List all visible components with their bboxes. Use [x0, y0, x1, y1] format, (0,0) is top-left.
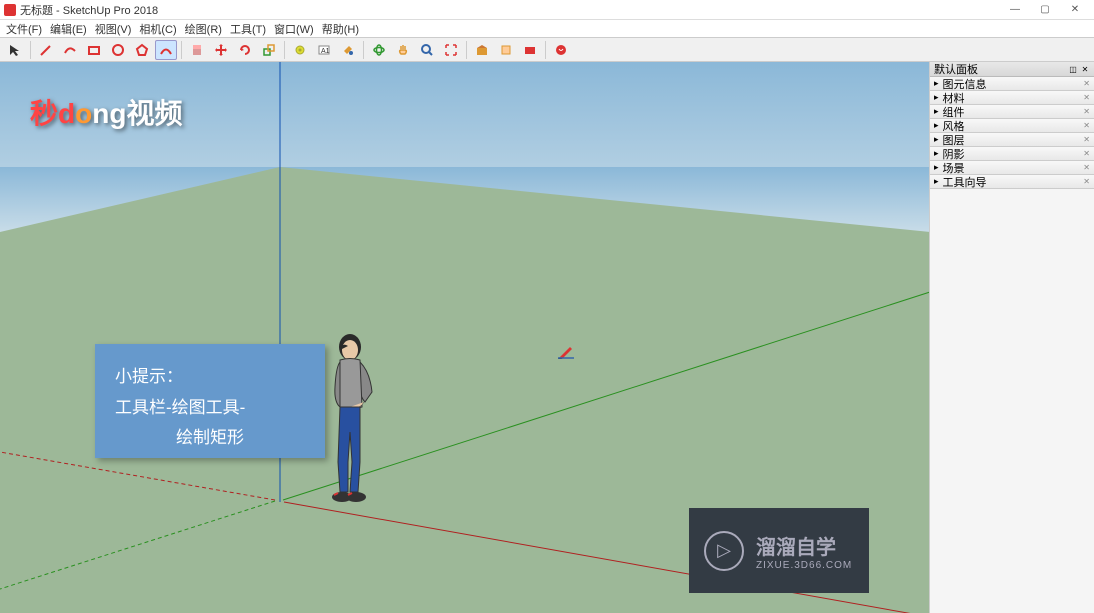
- menu-file[interactable]: 文件(F): [2, 21, 46, 37]
- menu-edit[interactable]: 编辑(E): [46, 21, 91, 37]
- close-button[interactable]: ✕: [1060, 1, 1090, 19]
- titlebar: 无标题 - SketchUp Pro 2018 — ▢ ✕: [0, 0, 1094, 20]
- chevron-right-icon: ▸: [934, 148, 939, 159]
- brand-name: 溜溜自学: [756, 531, 852, 560]
- window-title: 无标题 - SketchUp Pro 2018: [20, 2, 1000, 18]
- chevron-right-icon: ▸: [934, 176, 939, 187]
- move-tool-button[interactable]: [210, 40, 232, 60]
- paint-tool-button[interactable]: [337, 40, 359, 60]
- svg-text:A1: A1: [321, 48, 330, 55]
- freehand-tool-button[interactable]: [59, 40, 81, 60]
- panel-close-icon[interactable]: ✕: [1083, 149, 1090, 158]
- minimize-button[interactable]: —: [1000, 1, 1030, 19]
- toolbar-separator: [466, 41, 467, 59]
- app-icon: [4, 4, 16, 16]
- chevron-right-icon: ▸: [934, 162, 939, 173]
- toolbar: A1: [0, 38, 1094, 62]
- hint-tooltip: 小提示： 工具栏-绘图工具- 绘制矩形: [95, 344, 325, 458]
- toolbar-separator: [30, 41, 31, 59]
- scale-figure: [320, 332, 380, 507]
- tape-tool-button[interactable]: [289, 40, 311, 60]
- maximize-button[interactable]: ▢: [1030, 1, 1060, 19]
- orbit-tool-button[interactable]: [368, 40, 390, 60]
- line-tool-button[interactable]: [35, 40, 57, 60]
- menu-draw[interactable]: 绘图(R): [181, 21, 226, 37]
- panel-close-icon[interactable]: ✕: [1083, 107, 1090, 116]
- pan-tool-button[interactable]: [392, 40, 414, 60]
- menu-camera[interactable]: 相机(C): [135, 21, 180, 37]
- panel-close-icon[interactable]: ✕: [1083, 135, 1090, 144]
- watermark-logo: 秒dong视频: [30, 92, 182, 132]
- sidebar-close-button[interactable]: ✕: [1080, 64, 1090, 74]
- toolbar-separator: [181, 41, 182, 59]
- arc-tool-button[interactable]: [155, 40, 177, 60]
- play-icon: ▷: [704, 531, 744, 571]
- panel-close-icon[interactable]: ✕: [1083, 79, 1090, 88]
- chevron-right-icon: ▸: [934, 106, 939, 117]
- zoom-extents-tool-button[interactable]: [440, 40, 462, 60]
- select-tool-button[interactable]: [4, 40, 26, 60]
- toolbar-separator: [363, 41, 364, 59]
- menu-window[interactable]: 窗口(W): [270, 21, 318, 37]
- rotate-tool-button[interactable]: [234, 40, 256, 60]
- components-tool-button[interactable]: [495, 40, 517, 60]
- brand-url: ZIXUE.3D66.COM: [756, 560, 852, 571]
- chevron-right-icon: ▸: [934, 134, 939, 145]
- extension-tool-button[interactable]: [519, 40, 541, 60]
- pencil-cursor-icon: [558, 345, 574, 361]
- viewport-3d[interactable]: 小提示： 工具栏-绘图工具- 绘制矩形 秒dong视频 ▷ 溜溜自学 ZIXUE…: [0, 62, 929, 613]
- panel-instructor[interactable]: ▸工具向导✕: [930, 175, 1094, 189]
- toolbar-separator: [545, 41, 546, 59]
- panel-close-icon[interactable]: ✕: [1083, 163, 1090, 172]
- menu-view[interactable]: 视图(V): [91, 21, 136, 37]
- style-tool-button[interactable]: [550, 40, 572, 60]
- panel-close-icon[interactable]: ✕: [1083, 121, 1090, 130]
- sidebar-panel: 默认面板 ◫ ✕ ▸图元信息✕ ▸材料✕ ▸组件✕ ▸风格✕ ▸图层✕ ▸阴影✕…: [929, 62, 1094, 613]
- zoom-tool-button[interactable]: [416, 40, 438, 60]
- tooltip-line2: 工具栏-绘图工具-: [115, 393, 305, 424]
- rectangle-tool-button[interactable]: [83, 40, 105, 60]
- brand-overlay: ▷ 溜溜自学 ZIXUE.3D66.COM: [689, 508, 869, 593]
- chevron-right-icon: ▸: [934, 120, 939, 131]
- polygon-tool-button[interactable]: [131, 40, 153, 60]
- toolbar-separator: [284, 41, 285, 59]
- menubar: 文件(F) 编辑(E) 视图(V) 相机(C) 绘图(R) 工具(T) 窗口(W…: [0, 20, 1094, 38]
- menu-tools[interactable]: 工具(T): [226, 21, 270, 37]
- warehouse-tool-button[interactable]: [471, 40, 493, 60]
- sidebar-pin-button[interactable]: ◫: [1068, 64, 1078, 74]
- tooltip-line1: 小提示：: [115, 362, 305, 393]
- circle-tool-button[interactable]: [107, 40, 129, 60]
- text-tool-button[interactable]: A1: [313, 40, 335, 60]
- panel-close-icon[interactable]: ✕: [1083, 177, 1090, 186]
- chevron-right-icon: ▸: [934, 92, 939, 103]
- chevron-right-icon: ▸: [934, 78, 939, 89]
- menu-help[interactable]: 帮助(H): [318, 21, 363, 37]
- panel-close-icon[interactable]: ✕: [1083, 93, 1090, 102]
- scale-tool-button[interactable]: [258, 40, 280, 60]
- push-pull-tool-button[interactable]: [186, 40, 208, 60]
- tooltip-line3: 绘制矩形: [115, 423, 305, 454]
